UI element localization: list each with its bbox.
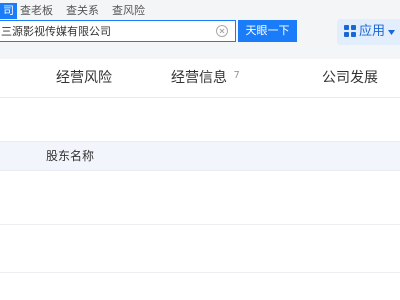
tab-count-badge: 7	[233, 70, 240, 81]
column-header-shareholder-name: 股东名称	[46, 149, 95, 163]
table-header: 股东名称	[0, 141, 400, 171]
apps-grid-icon	[344, 25, 356, 37]
tab-business-risk[interactable]: 经营风险	[56, 68, 112, 88]
clear-icon[interactable]	[216, 25, 228, 37]
tab-company-development[interactable]: 公司发展	[322, 68, 378, 88]
header: 司 查老板 查关系 查风险 天眼一下 应用	[0, 0, 400, 58]
apps-label: 应用	[359, 24, 386, 39]
tab-label: 经营风险	[56, 70, 112, 86]
main-content: 股东名称	[0, 98, 400, 300]
company-nav-bar: 经营风险 经营信息 7 公司发展	[0, 59, 400, 98]
tab-business-info[interactable]: 经营信息 7	[171, 68, 240, 88]
search-input[interactable]	[0, 21, 211, 41]
table-row-divider	[0, 224, 400, 225]
chevron-down-icon	[388, 30, 395, 35]
tab-label: 公司发展	[322, 70, 378, 86]
tab-label: 经营信息	[171, 70, 227, 86]
apps-button[interactable]: 应用	[337, 19, 400, 45]
search-button[interactable]: 天眼一下	[238, 20, 297, 42]
table-row-divider	[0, 272, 400, 273]
search-box	[0, 20, 236, 42]
search-tab-risk[interactable]: 查风险	[112, 3, 145, 19]
search-tab-company[interactable]: 司	[0, 3, 17, 19]
search-tab-boss[interactable]: 查老板	[20, 3, 53, 19]
search-tab-relation[interactable]: 查关系	[66, 3, 99, 19]
